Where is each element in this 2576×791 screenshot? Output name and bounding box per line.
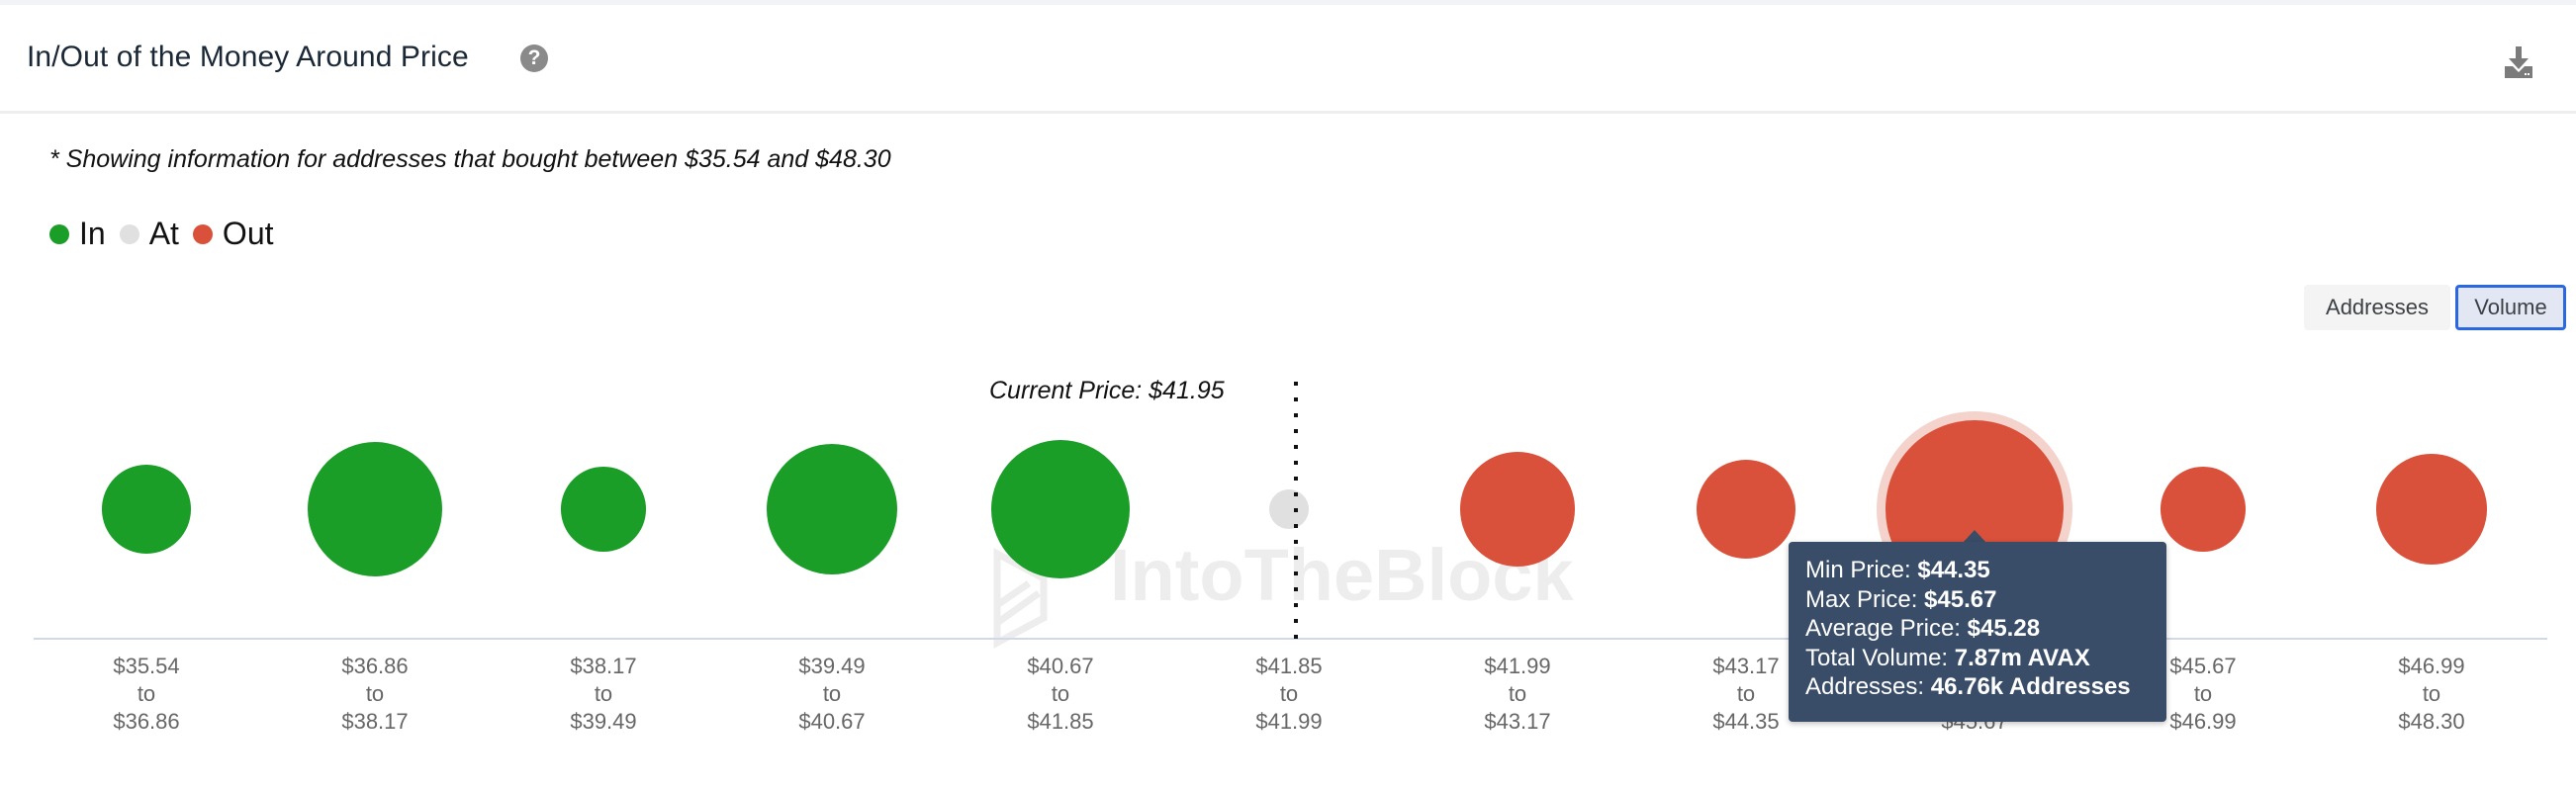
x-tick-label: $39.49 to $40.67 <box>753 653 911 736</box>
x-tick-label: $41.99 to $43.17 <box>1438 653 1597 736</box>
tooltip-value: 46.76k Addresses <box>1930 673 2131 700</box>
tooltip-value: $44.35 <box>1917 557 1990 583</box>
x-tick-label: $38.17 to $39.49 <box>524 653 683 736</box>
tooltip-row-average-price: Average Price: $45.28 <box>1805 614 2150 644</box>
tooltip-label: Addresses: <box>1805 673 1931 700</box>
x-tick-connector: to <box>365 681 385 706</box>
tooltip-label: Total Volume: <box>1805 644 1955 671</box>
x-tick-from: $38.17 <box>570 654 637 678</box>
x-tick-to: $36.86 <box>113 709 180 734</box>
tooltip-label: Average Price: <box>1805 615 1968 642</box>
tooltip: Min Price: $44.35 Max Price: $45.67 Aver… <box>1789 542 2166 722</box>
x-tick-label: $46.99 to $48.30 <box>2352 653 2511 736</box>
x-tick-connector: to <box>1051 681 1070 706</box>
bubble-at[interactable] <box>1268 488 1310 530</box>
x-tick-from: $39.49 <box>798 654 866 678</box>
x-tick-from: $40.67 <box>1027 654 1094 678</box>
x-tick-from: $36.86 <box>341 654 409 678</box>
x-tick-connector: to <box>594 681 613 706</box>
x-tick-to: $41.99 <box>1255 709 1323 734</box>
bubble-in[interactable] <box>767 444 897 574</box>
x-tick-to: $40.67 <box>798 709 866 734</box>
x-tick-label: $35.54 to $36.86 <box>67 653 226 736</box>
x-tick-to: $41.85 <box>1027 709 1094 734</box>
bubble-out[interactable] <box>1459 451 1576 568</box>
tooltip-row-total-volume: Total Volume: 7.87m AVAX <box>1805 644 2150 673</box>
x-tick-label: $40.67 to $41.85 <box>981 653 1140 736</box>
tooltip-label: Max Price: <box>1805 585 1925 613</box>
x-tick-connector: to <box>822 681 842 706</box>
bubble-in[interactable] <box>991 440 1130 578</box>
bubble-in[interactable] <box>101 464 192 555</box>
x-tick-from: $41.85 <box>1255 654 1323 678</box>
tooltip-row-addresses: Addresses: 46.76k Addresses <box>1805 672 2150 702</box>
bubble-out[interactable] <box>2160 466 2247 553</box>
x-tick-to: $48.30 <box>2398 709 2465 734</box>
tooltip-row-max-price: Max Price: $45.67 <box>1805 585 2150 615</box>
tooltip-value: $45.28 <box>1967 615 2041 642</box>
x-tick-from: $35.54 <box>113 654 180 678</box>
bubble-out[interactable] <box>2375 453 2488 566</box>
bubble-out[interactable] <box>1696 459 1796 560</box>
x-tick-connector: to <box>1279 681 1299 706</box>
bubble-in[interactable] <box>308 442 442 576</box>
tooltip-value: 7.87m AVAX <box>1954 644 2090 671</box>
tooltip-row-min-price: Min Price: $44.35 <box>1805 556 2150 585</box>
x-tick-from: $41.99 <box>1484 654 1551 678</box>
x-tick-to: $43.17 <box>1484 709 1551 734</box>
x-tick-to: $39.49 <box>570 709 637 734</box>
tooltip-label: Min Price: <box>1805 557 1918 583</box>
x-tick-label: $36.86 to $38.17 <box>296 653 454 736</box>
bubble-in[interactable] <box>560 466 647 553</box>
x-tick-label: $41.85 to $41.99 <box>1210 653 1368 736</box>
x-tick-from: $46.99 <box>2398 654 2465 678</box>
x-tick-connector: to <box>1508 681 1527 706</box>
x-tick-to: $38.17 <box>341 709 409 734</box>
tooltip-value: $45.67 <box>1924 585 1997 613</box>
x-tick-connector: to <box>137 681 156 706</box>
current-price-label: Current Price: $41.95 <box>989 377 1225 404</box>
x-tick-connector: to <box>2422 681 2441 706</box>
